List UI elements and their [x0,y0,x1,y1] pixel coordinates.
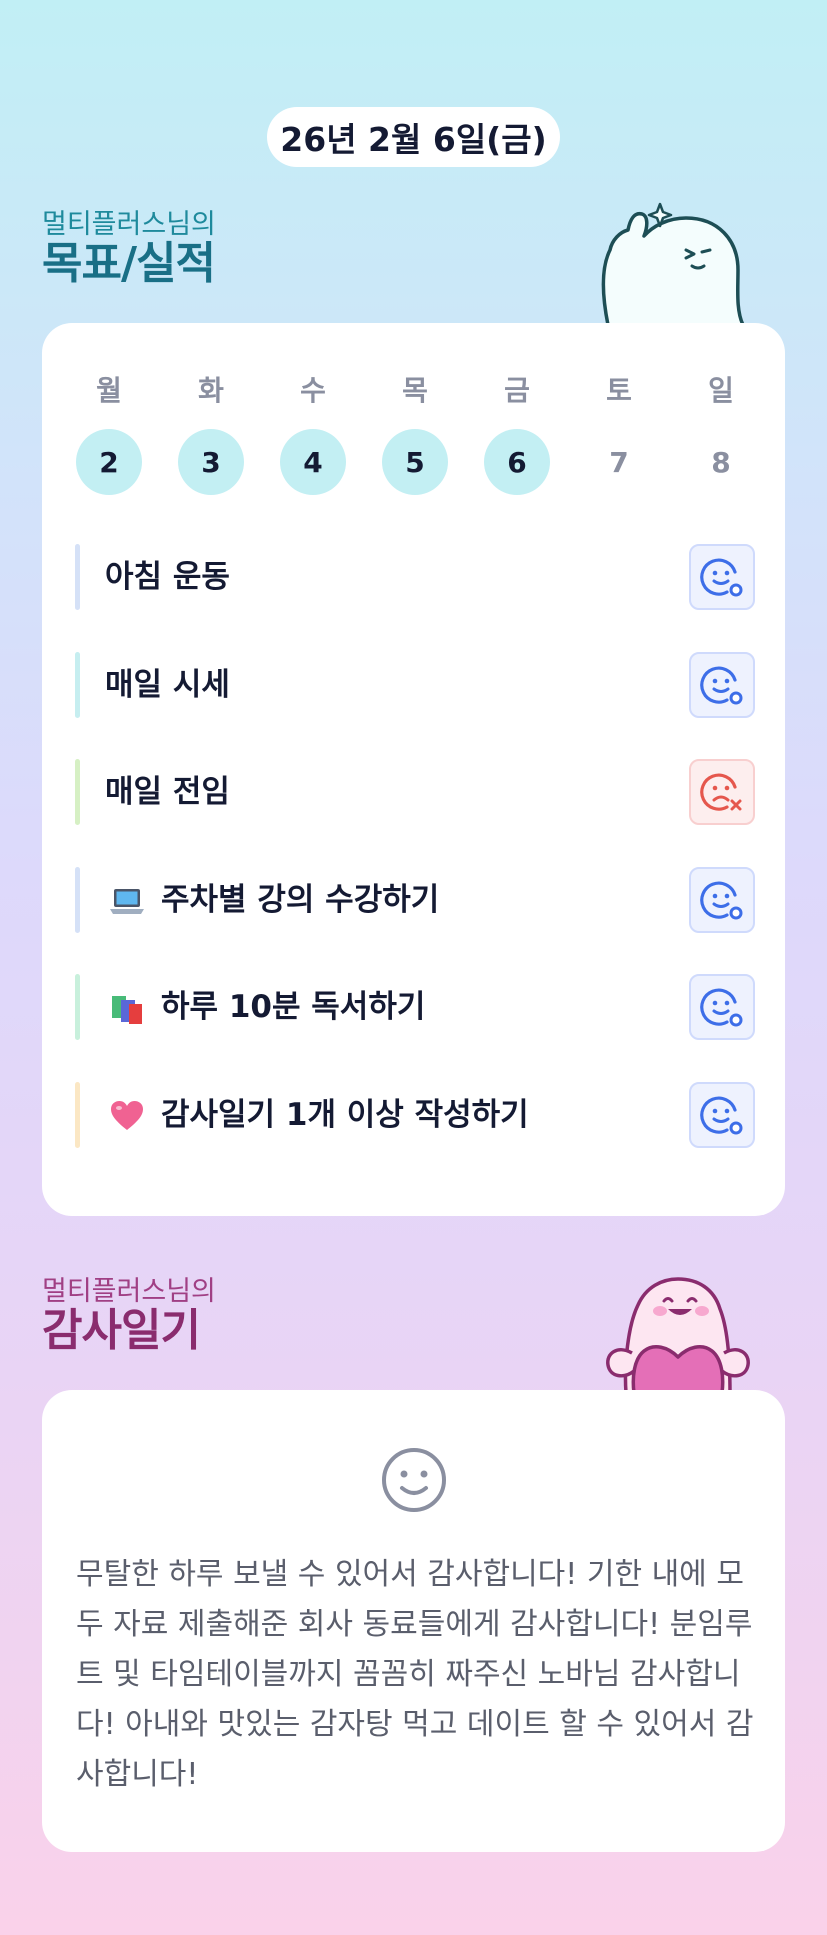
goal-bar [75,867,80,933]
goal-label: 아침 운동 [105,559,230,595]
goals-card: 월 2 화 3 수 4 목 5 금 6 토 7 일 8 아침 운동 매일 시세 … [42,323,785,1216]
day-number: 3 [178,429,244,495]
goal-label: 하루 10분 독서하기 [161,989,426,1025]
goal-label: 감사일기 1개 이상 작성하기 [161,1097,529,1133]
day-name: 화 [198,374,224,407]
date-pill: 26년 2월 6일(금) [267,107,560,167]
smile-check-icon [700,988,743,1027]
day-sun[interactable]: 일 8 [688,373,754,495]
day-number: 4 [280,429,346,495]
goal-row[interactable]: 하루 10분 독서하기 [75,974,755,1040]
goal-status-button[interactable] [689,652,755,718]
diary-card: 무탈한 하루 보낼 수 있어서 감사합니다! 기한 내에 모두 자료 제출해준 … [42,1390,785,1852]
day-number: 5 [382,429,448,495]
diary-subtitle: 멀티플러스님의 [42,1276,216,1307]
goal-bar [75,652,80,718]
day-sat[interactable]: 토 7 [586,373,652,495]
day-tue[interactable]: 화 3 [178,373,244,495]
day-name: 토 [606,374,632,407]
heart-icon [111,1101,143,1130]
day-name: 일 [708,374,734,407]
goal-bar [75,544,80,610]
goal-status-button[interactable] [689,867,755,933]
goal-label: 매일 전임 [105,774,230,810]
goal-row[interactable]: 주차별 강의 수강하기 [75,867,755,933]
books-icon [112,996,142,1024]
goals-section-header: 멀티플러스님의 목표/실적 [42,210,216,288]
smile-check-icon [700,666,743,705]
goal-row[interactable]: 매일 시세 [75,652,755,718]
goal-status-button[interactable] [689,544,755,610]
day-thu[interactable]: 목 5 [382,373,448,495]
diary-title: 감사일기 [42,1305,201,1356]
smile-check-icon [700,1096,743,1135]
week-strip: 월 2 화 3 수 4 목 5 금 6 토 7 일 8 [76,373,756,503]
goal-status-button[interactable] [689,974,755,1040]
goal-label: 주차별 강의 수강하기 [161,882,440,918]
goal-row[interactable]: 감사일기 1개 이상 작성하기 [75,1082,755,1148]
day-number: 7 [609,445,629,479]
goal-row[interactable]: 아침 운동 [75,544,755,610]
goal-bar [75,974,80,1040]
day-fri[interactable]: 금 6 [484,373,550,495]
diary-text: 무탈한 하루 보낼 수 있어서 감사합니다! 기한 내에 모두 자료 제출해준 … [76,1557,754,1792]
day-number: 6 [484,429,550,495]
day-name: 수 [300,374,326,407]
goals-subtitle: 멀티플러스님의 [42,209,216,240]
day-name: 월 [96,374,122,407]
day-number: 2 [76,429,142,495]
smile-check-icon [700,881,743,920]
day-name: 금 [504,374,530,407]
day-number: 8 [711,445,731,479]
sad-x-icon [700,773,742,811]
day-name: 목 [402,374,428,407]
diary-section-header: 멀티플러스님의 감사일기 [42,1277,216,1355]
heart-mascot-icon [606,1277,750,1393]
goal-row[interactable]: 매일 전임 [75,759,755,825]
goal-bar [75,759,80,825]
smile-check-icon [700,558,743,597]
goal-bar [75,1082,80,1148]
goals-title: 목표/실적 [42,238,216,289]
goal-status-button[interactable] [689,1082,755,1148]
goal-status-button[interactable] [689,759,755,825]
ghost-mascot-icon [601,202,745,325]
date-label: 26년 2월 6일(금) [280,120,547,159]
day-wed[interactable]: 수 4 [280,373,346,495]
day-mon[interactable]: 월 2 [76,373,142,495]
goal-label: 매일 시세 [105,667,230,703]
smile-icon [382,1448,446,1512]
laptop-icon [110,889,144,914]
